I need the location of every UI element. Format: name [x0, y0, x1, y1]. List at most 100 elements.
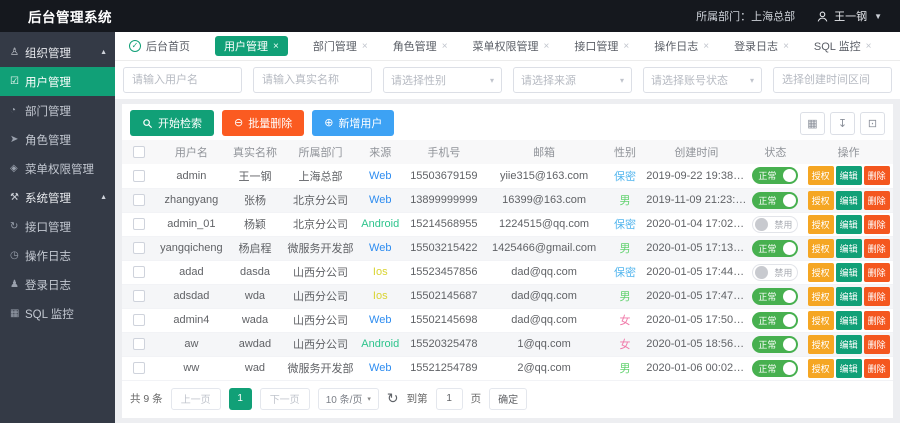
- sidebar-item-role-mgmt[interactable]: ➤角色管理: [0, 125, 115, 154]
- sidebar-item-operation-log[interactable]: ◷操作日志: [0, 241, 115, 270]
- tab-close-icon[interactable]: ×: [623, 41, 629, 52]
- delete-button[interactable]: 删除: [864, 239, 890, 258]
- authorize-button[interactable]: 授权: [808, 239, 834, 258]
- source-cell: Web: [357, 164, 403, 188]
- edit-button[interactable]: 编辑: [836, 287, 862, 306]
- delete-button[interactable]: 删除: [864, 263, 890, 282]
- user-menu[interactable]: 王一钢 ▼: [816, 8, 882, 24]
- row-checkbox-cell: [122, 260, 157, 284]
- sidebar-item-user-mgmt[interactable]: ☑用户管理: [0, 67, 115, 96]
- delete-button[interactable]: 删除: [864, 287, 890, 306]
- authorize-button[interactable]: 授权: [808, 311, 834, 330]
- row-checkbox[interactable]: [133, 290, 145, 302]
- refresh-icon[interactable]: ↻: [387, 390, 399, 407]
- print-button[interactable]: ⊡: [860, 112, 885, 135]
- page-size-select[interactable]: 10 条/页 ▾: [318, 388, 379, 410]
- authorize-button[interactable]: 授权: [808, 287, 834, 306]
- edit-button[interactable]: 编辑: [836, 215, 862, 234]
- check-circle-icon: ✓: [129, 40, 141, 52]
- edit-button[interactable]: 编辑: [836, 335, 862, 354]
- filter-select-source[interactable]: 请选择来源▾: [513, 67, 632, 93]
- tab-close-icon[interactable]: ×: [866, 41, 872, 52]
- filter-select-gender[interactable]: 请选择性别▾: [383, 67, 502, 93]
- export-button[interactable]: ↧: [830, 112, 855, 135]
- tab-close-icon[interactable]: ×: [273, 41, 279, 52]
- sidebar-item-dept-mgmt[interactable]: ◔部门管理: [0, 96, 115, 125]
- filter-select-account-status[interactable]: 请选择账号状态▾: [643, 67, 762, 93]
- status-toggle[interactable]: 正常: [752, 167, 798, 184]
- tab-close-icon[interactable]: ×: [442, 41, 448, 52]
- goto-page-input[interactable]: [436, 388, 463, 410]
- sidebar-item-menu-permission-mgmt[interactable]: ◈菜单权限管理: [0, 154, 115, 183]
- sidebar-item-login-log[interactable]: ♟登录日志: [0, 270, 115, 299]
- status-toggle[interactable]: 正常: [752, 336, 798, 353]
- row-checkbox[interactable]: [133, 242, 145, 254]
- delete-button[interactable]: 删除: [864, 311, 890, 330]
- status-toggle[interactable]: 正常: [752, 192, 798, 209]
- edit-button[interactable]: 编辑: [836, 166, 862, 185]
- tab-close-icon[interactable]: ×: [544, 41, 550, 52]
- batch-delete-button[interactable]: ⊖ 批量删除: [222, 110, 304, 136]
- delete-button[interactable]: 删除: [864, 191, 890, 210]
- sidebar-item-system-mgmt[interactable]: ⚒系统管理▲: [0, 183, 115, 212]
- delete-button[interactable]: 删除: [864, 215, 890, 234]
- sidebar-item-org-mgmt[interactable]: ♙组织管理▲: [0, 38, 115, 67]
- collapse-arrow-icon[interactable]: ▲: [100, 194, 107, 201]
- app-title: 后台管理系统: [28, 6, 112, 26]
- row-checkbox[interactable]: [133, 338, 145, 350]
- filter-input-realname[interactable]: [253, 67, 372, 93]
- tab-dept-mgmt[interactable]: 部门管理×: [313, 36, 368, 56]
- tab-close-icon[interactable]: ×: [703, 41, 709, 52]
- edit-button[interactable]: 编辑: [836, 191, 862, 210]
- select-all-checkbox[interactable]: [133, 146, 145, 158]
- status-toggle[interactable]: 正常: [752, 240, 798, 257]
- edit-button[interactable]: 编辑: [836, 311, 862, 330]
- goto-confirm-button[interactable]: 确定: [489, 388, 527, 410]
- authorize-button[interactable]: 授权: [808, 335, 834, 354]
- delete-button[interactable]: 删除: [864, 359, 890, 378]
- row-checkbox[interactable]: [133, 314, 145, 326]
- status-toggle[interactable]: 禁用: [752, 264, 798, 281]
- filter-input-created-range[interactable]: [773, 67, 892, 93]
- current-page[interactable]: 1: [229, 388, 252, 410]
- delete-button[interactable]: 删除: [864, 335, 890, 354]
- add-user-button[interactable]: ⊕ 新增用户: [312, 110, 394, 136]
- column-grid-button[interactable]: ▦: [800, 112, 825, 135]
- status-toggle[interactable]: 正常: [752, 312, 798, 329]
- authorize-button[interactable]: 授权: [808, 263, 834, 282]
- authorize-button[interactable]: 授权: [808, 359, 834, 378]
- sidebar-item-api-mgmt[interactable]: ↻接口管理: [0, 212, 115, 241]
- delete-button[interactable]: 删除: [864, 166, 890, 185]
- tab-login-log[interactable]: 登录日志×: [734, 36, 789, 56]
- row-checkbox[interactable]: [133, 362, 145, 374]
- edit-button[interactable]: 编辑: [836, 239, 862, 258]
- tab-user-mgmt[interactable]: 用户管理×: [215, 36, 288, 56]
- tab-operation-log[interactable]: 操作日志×: [654, 36, 709, 56]
- status-toggle[interactable]: 禁用: [752, 216, 798, 233]
- status-toggle[interactable]: 正常: [752, 360, 798, 377]
- edit-button[interactable]: 编辑: [836, 359, 862, 378]
- tab-close-icon[interactable]: ×: [783, 41, 789, 52]
- next-page-button[interactable]: 下一页: [260, 388, 310, 410]
- tab-menu-permission-mgmt[interactable]: 菜单权限管理×: [473, 36, 550, 56]
- row-checkbox[interactable]: [133, 266, 145, 278]
- tab-sql-monitor[interactable]: SQL 监控×: [814, 36, 872, 56]
- collapse-arrow-icon[interactable]: ▲: [100, 49, 107, 56]
- authorize-button[interactable]: 授权: [808, 166, 834, 185]
- authorize-button[interactable]: 授权: [808, 215, 834, 234]
- realname-cell: awdad: [226, 332, 284, 356]
- edit-button[interactable]: 编辑: [836, 263, 862, 282]
- row-checkbox[interactable]: [133, 194, 145, 206]
- search-button[interactable]: 开始检索: [130, 110, 214, 136]
- status-toggle[interactable]: 正常: [752, 288, 798, 305]
- tab-home[interactable]: ✓后台首页: [129, 36, 190, 56]
- tab-role-mgmt[interactable]: 角色管理×: [393, 36, 448, 56]
- tab-api-mgmt[interactable]: 接口管理×: [574, 36, 629, 56]
- filter-input-username[interactable]: [123, 67, 242, 93]
- authorize-button[interactable]: 授权: [808, 191, 834, 210]
- row-checkbox[interactable]: [133, 170, 145, 182]
- sidebar-item-sql-monitor[interactable]: ▦SQL 监控: [0, 299, 115, 328]
- prev-page-button[interactable]: 上一页: [171, 388, 221, 410]
- tab-close-icon[interactable]: ×: [362, 41, 368, 52]
- row-checkbox[interactable]: [133, 218, 145, 230]
